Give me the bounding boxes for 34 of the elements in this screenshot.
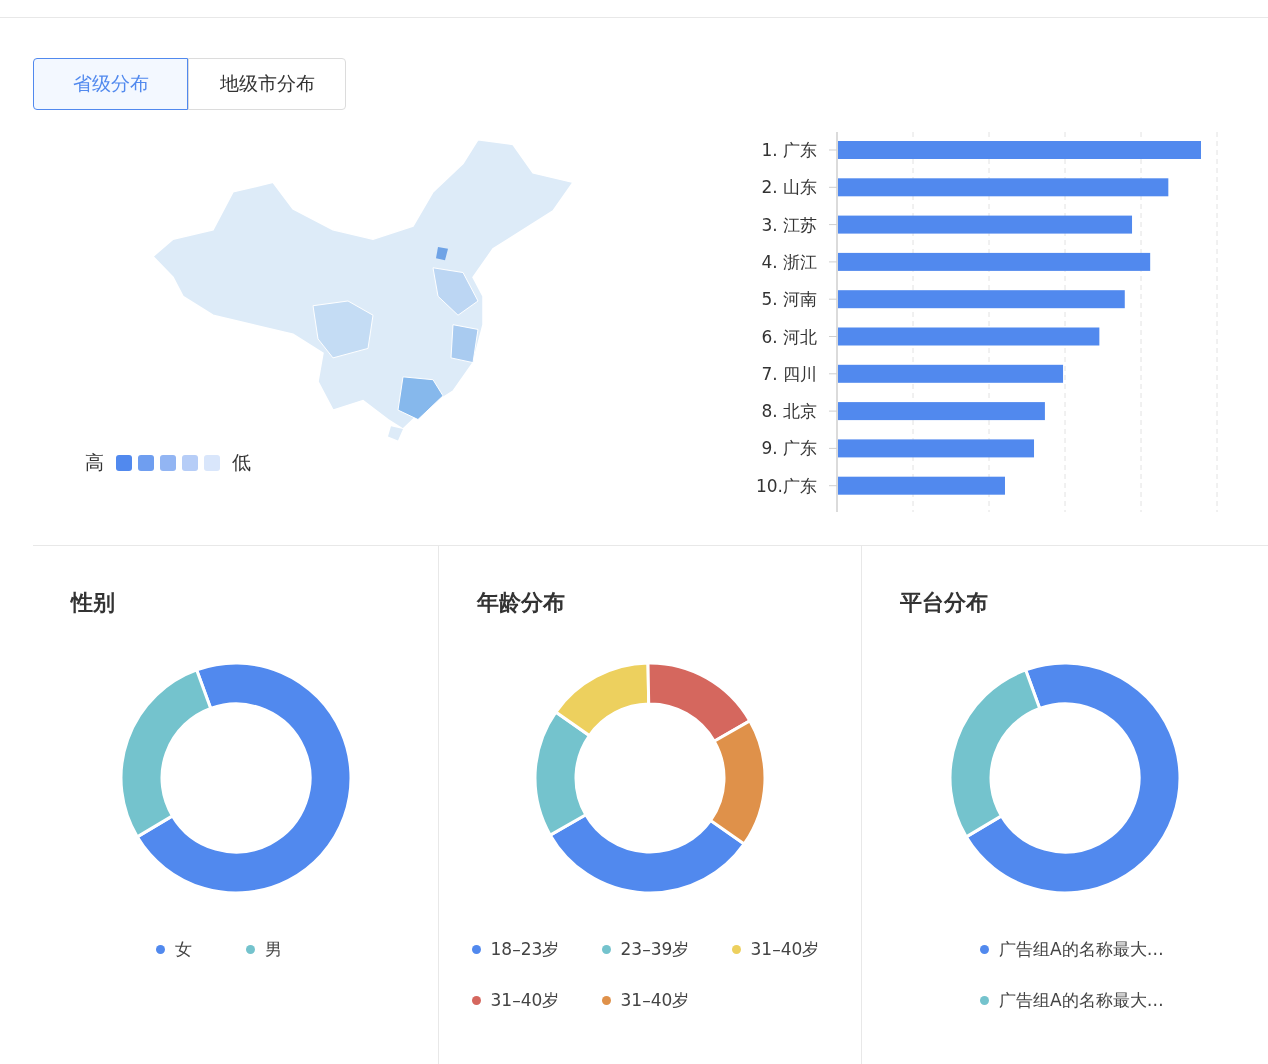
category-label: 4. 浙江 [761,251,817,272]
legend-label: 23–39岁 [620,938,690,961]
category-label: 3. 江苏 [761,214,817,235]
category-label: 10.广东 [755,475,817,496]
category-label: 1. 广东 [761,140,817,160]
category-label: 2. 山东 [761,177,817,198]
tab[interactable]: 地级市分布 [188,58,346,110]
legend-dot [601,945,611,954]
legend-label: 18–23岁 [490,938,560,961]
legend-label: 广告组A的名称最大… [999,938,1164,961]
legend-dot [601,996,611,1005]
legend-dot [245,945,255,954]
panel-title: 平台分布 [900,589,988,617]
panel-title: 性别 [71,589,115,617]
category-label: 8. 北京 [761,401,817,422]
legend-low-label: 低 [232,450,251,475]
category-label: 6. 河北 [761,326,817,347]
legend-label: 31–40岁 [750,938,820,961]
legend-label: 女 [174,938,192,961]
legend-dot [471,945,481,954]
category-label: 9. 广东 [761,438,817,459]
legend-dot [980,945,989,954]
category-label: 7. 四川 [761,363,817,384]
category-label: 5. 河南 [761,289,817,310]
legend-label: 31–40岁 [620,989,690,1012]
legend-dot [731,945,741,954]
legend-dot [471,996,481,1005]
legend-dot [980,996,989,1005]
legend-label: 广告组A的名称最大… [999,989,1164,1012]
panel-title: 年龄分布 [477,589,565,617]
legend-dot [155,945,165,954]
legend-label: 31–40岁 [490,989,560,1012]
legend-high-label: 高 [85,450,104,475]
legend-label: 男 [264,938,282,961]
